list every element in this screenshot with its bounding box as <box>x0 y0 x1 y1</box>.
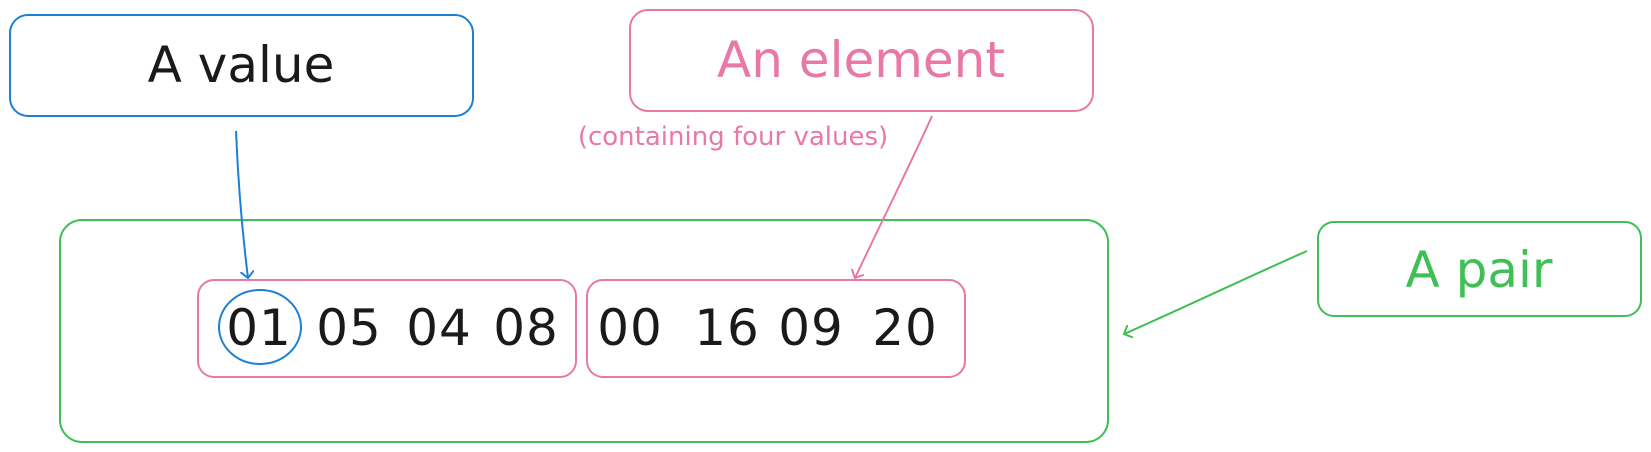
value-cell: 16 <box>694 299 760 357</box>
element-note: (containing four values) <box>578 122 888 152</box>
value-cell: 20 <box>872 299 938 357</box>
value-arrow <box>235 130 248 278</box>
pair-arrow <box>1124 250 1308 334</box>
value-cell: 08 <box>493 299 559 357</box>
pair-container <box>59 219 1109 443</box>
value-cell: 05 <box>316 299 382 357</box>
element-label-box: An element <box>629 9 1094 112</box>
value-label: A value <box>148 36 335 94</box>
pair-label-box: A pair <box>1317 221 1642 317</box>
element-label: An element <box>717 31 1005 89</box>
pair-label: A pair <box>1406 241 1553 299</box>
value-label-box: A value <box>9 14 474 117</box>
diagram-svg: A value An element (containing four valu… <box>9 9 1642 443</box>
value-cell: 04 <box>406 299 472 357</box>
diagram-canvas: A value An element (containing four valu… <box>0 0 1651 452</box>
value-cell: 00 <box>597 299 663 357</box>
value-cell: 01 <box>226 299 292 357</box>
value-cell: 09 <box>778 299 844 357</box>
